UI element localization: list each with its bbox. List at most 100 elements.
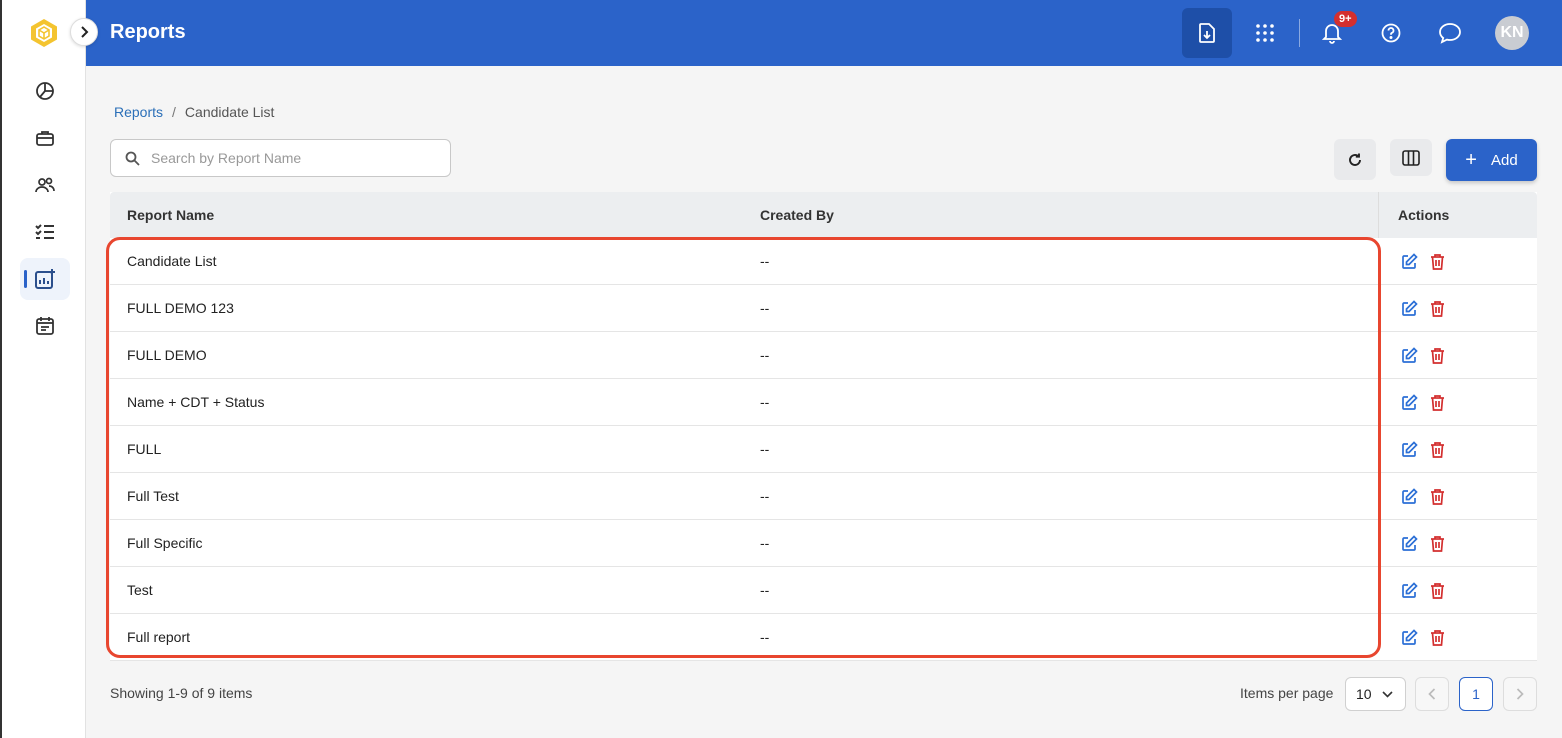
columns-button[interactable] <box>1390 139 1432 176</box>
page-title: Reports <box>110 21 186 43</box>
notification-badge: 9+ <box>1334 11 1357 27</box>
export-button[interactable] <box>1182 8 1232 58</box>
row-actions <box>1400 440 1446 458</box>
trash-icon <box>1430 300 1444 317</box>
row-actions <box>1400 252 1446 270</box>
file-download-icon <box>1199 23 1215 43</box>
report-name-cell[interactable]: Full report <box>127 629 190 645</box>
delete-button[interactable] <box>1428 346 1446 364</box>
items-per-page-value: 10 <box>1356 686 1372 702</box>
delete-button[interactable] <box>1428 252 1446 270</box>
next-page-button[interactable] <box>1503 677 1537 711</box>
checklist-icon <box>35 224 54 239</box>
report-name-cell[interactable]: FULL DEMO <box>127 347 207 363</box>
table-row[interactable]: Name + CDT + Status -- <box>110 379 1537 426</box>
column-header-created-by[interactable]: Created By <box>760 207 834 223</box>
help-circle-icon <box>1381 23 1401 43</box>
edit-button[interactable] <box>1400 487 1418 505</box>
trash-icon <box>1430 441 1444 458</box>
trash-icon <box>1430 253 1444 270</box>
report-name-cell[interactable]: Test <box>127 582 153 598</box>
sidebar-item-jobs[interactable] <box>20 117 70 159</box>
add-report-button[interactable]: + Add <box>1446 139 1537 181</box>
report-name-cell[interactable]: Full Specific <box>127 535 202 551</box>
table-row[interactable]: Full Test -- <box>110 473 1537 520</box>
table-row[interactable]: Full Specific -- <box>110 520 1537 567</box>
help-button[interactable] <box>1366 8 1416 58</box>
delete-button[interactable] <box>1428 581 1446 599</box>
items-per-page-label: Items per page <box>1240 685 1334 701</box>
table-row[interactable]: FULL DEMO 123 -- <box>110 285 1537 332</box>
users-icon <box>35 177 55 193</box>
sidebar-item-tasks[interactable] <box>20 211 70 253</box>
refresh-button[interactable] <box>1334 139 1376 180</box>
edit-button[interactable] <box>1400 534 1418 552</box>
row-actions <box>1400 534 1446 552</box>
user-avatar[interactable]: KN <box>1495 16 1529 50</box>
report-name-cell[interactable]: Name + CDT + Status <box>127 394 264 410</box>
delete-button[interactable] <box>1428 534 1446 552</box>
search-icon <box>125 151 140 166</box>
edit-button[interactable] <box>1400 581 1418 599</box>
search-box <box>110 139 451 177</box>
breadcrumb-reports-link[interactable]: Reports <box>114 104 163 120</box>
sidebar-item-calendar[interactable] <box>20 305 70 347</box>
prev-page-button[interactable] <box>1415 677 1449 711</box>
column-header-actions: Actions <box>1398 207 1450 223</box>
trash-icon <box>1430 629 1444 646</box>
chevron-left-icon <box>1428 688 1436 700</box>
report-name-cell[interactable]: Full Test <box>127 488 179 504</box>
edit-button[interactable] <box>1400 299 1418 317</box>
row-actions <box>1400 581 1446 599</box>
row-actions <box>1400 487 1446 505</box>
edit-button[interactable] <box>1400 440 1418 458</box>
created-by-cell: -- <box>760 253 770 269</box>
edit-button[interactable] <box>1400 252 1418 270</box>
reports-chart-icon <box>35 269 55 289</box>
items-per-page-select[interactable]: 10 <box>1345 677 1406 711</box>
briefcase-icon <box>36 131 54 146</box>
report-name-cell[interactable]: FULL <box>127 441 161 457</box>
report-name-cell[interactable]: FULL DEMO 123 <box>127 300 234 316</box>
delete-button[interactable] <box>1428 628 1446 646</box>
row-actions <box>1400 393 1446 411</box>
sidebar-item-reports[interactable] <box>20 258 70 300</box>
trash-icon <box>1430 582 1444 599</box>
app-header: Reports 9+ KN <box>86 0 1562 66</box>
table-row[interactable]: Candidate List -- <box>110 238 1537 285</box>
delete-button[interactable] <box>1428 440 1446 458</box>
delete-button[interactable] <box>1428 487 1446 505</box>
trash-icon <box>1430 394 1444 411</box>
apps-grid-button[interactable] <box>1240 8 1290 58</box>
table-row[interactable]: FULL DEMO -- <box>110 332 1537 379</box>
row-actions <box>1400 628 1446 646</box>
header-divider <box>1299 19 1300 47</box>
delete-button[interactable] <box>1428 299 1446 317</box>
table-row[interactable]: Test -- <box>110 567 1537 614</box>
calendar-icon <box>36 317 54 335</box>
edit-icon <box>1401 252 1418 269</box>
search-input[interactable] <box>151 148 441 168</box>
edit-button[interactable] <box>1400 628 1418 646</box>
row-actions <box>1400 346 1446 364</box>
chat-button[interactable] <box>1425 8 1475 58</box>
created-by-cell: -- <box>760 347 770 363</box>
table-row[interactable]: FULL -- <box>110 426 1537 473</box>
edit-button[interactable] <box>1400 346 1418 364</box>
report-name-cell[interactable]: Candidate List <box>127 253 217 269</box>
trash-icon <box>1430 488 1444 505</box>
edit-icon <box>1401 487 1418 504</box>
edit-button[interactable] <box>1400 393 1418 411</box>
table-row[interactable]: Full report -- <box>110 614 1537 661</box>
row-actions <box>1400 299 1446 317</box>
sidebar-expand-button[interactable] <box>70 18 98 46</box>
sidebar-item-dashboard[interactable] <box>20 70 70 112</box>
app-logo-icon[interactable] <box>28 17 60 49</box>
page-number-button[interactable]: 1 <box>1459 677 1493 711</box>
table-header: Report Name Created By Actions <box>110 192 1537 238</box>
delete-button[interactable] <box>1428 393 1446 411</box>
sidebar-nav <box>20 70 70 352</box>
chevron-right-icon <box>81 26 89 38</box>
sidebar-item-candidates[interactable] <box>20 164 70 206</box>
column-header-report-name[interactable]: Report Name <box>127 207 214 223</box>
